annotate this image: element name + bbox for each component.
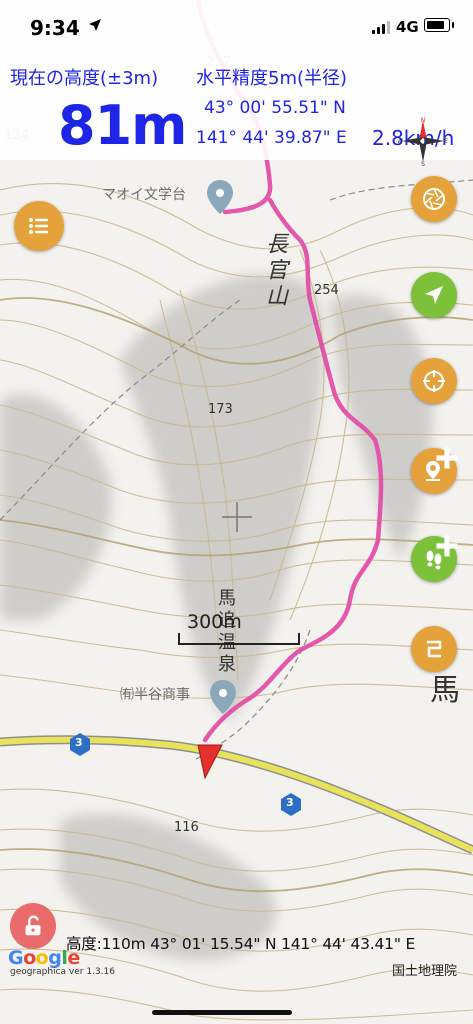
location-info-panel: 現在の高度(±3m) 81m 水平精度5m(半径) 43° 00' 55.51"… <box>0 56 473 166</box>
google-letter: o <box>35 947 49 969</box>
scale-bar <box>178 633 300 645</box>
compass-east: E <box>444 138 448 145</box>
route-number: 3 <box>286 796 294 809</box>
menu-button[interactable] <box>14 201 64 251</box>
battery-level <box>427 21 444 29</box>
poi-label[interactable]: マオイ文学台 <box>102 184 186 204</box>
crosshair-icon <box>423 370 445 392</box>
center-location-button[interactable] <box>411 358 457 404</box>
route-number: 3 <box>75 736 83 749</box>
compass-west: W <box>398 138 403 145</box>
poi-label[interactable]: ㈲半谷商事 <box>120 684 190 704</box>
google-letter: o <box>23 947 36 969</box>
altitude-value: 81m <box>58 94 187 157</box>
spot-height: 116 <box>174 820 199 835</box>
cellular-signal-icon <box>372 20 390 34</box>
location-services-icon <box>89 19 101 31</box>
add-footprint-button[interactable] <box>411 535 458 582</box>
camera-shutter-button[interactable] <box>411 176 457 222</box>
compass-north: N <box>421 117 426 124</box>
plus-icon <box>436 447 458 469</box>
app-version: geographica ver 1.3.16 <box>10 967 115 977</box>
spot-height: 254 <box>314 283 339 298</box>
longitude: 141° 44' 39.87" E <box>196 128 347 148</box>
battery-icon <box>424 18 454 32</box>
scale-label: 300m <box>187 611 242 633</box>
plus-icon <box>436 535 458 557</box>
menu-list-icon <box>29 218 48 234</box>
spot-height: 173 <box>208 402 233 417</box>
google-letter: G <box>8 947 24 969</box>
map-attribution[interactable]: 国土地理院 <box>392 960 457 979</box>
shutter-icon <box>423 188 445 210</box>
latitude: 43° 00' 55.51" N <box>204 98 346 118</box>
compass-icon[interactable]: N E S W <box>398 116 448 166</box>
home-indicator[interactable] <box>152 1010 292 1015</box>
add-pin-button[interactable] <box>411 447 458 494</box>
google-letter: g <box>48 947 62 969</box>
navigate-button[interactable] <box>411 272 457 318</box>
unlock-icon <box>25 915 41 936</box>
network-type: 4G <box>396 18 419 36</box>
altitude-label: 現在の高度(±3m) <box>10 68 159 89</box>
status-bar: 9:34 4G <box>0 0 473 56</box>
accuracy-label: 水平精度5m(半径) <box>196 68 348 89</box>
kanji-route-icon <box>427 640 442 658</box>
navigate-arrow-icon <box>425 286 443 304</box>
route-button[interactable] <box>411 626 457 672</box>
cursor-coordinates: 高度:110m 43° 01' 15.54" N 141° 44' 43.41"… <box>66 935 416 953</box>
mountain-name: 長官山 <box>262 232 287 310</box>
status-time: 9:34 <box>30 16 80 40</box>
lock-button[interactable] <box>10 903 56 949</box>
compass-south: S <box>421 161 425 166</box>
